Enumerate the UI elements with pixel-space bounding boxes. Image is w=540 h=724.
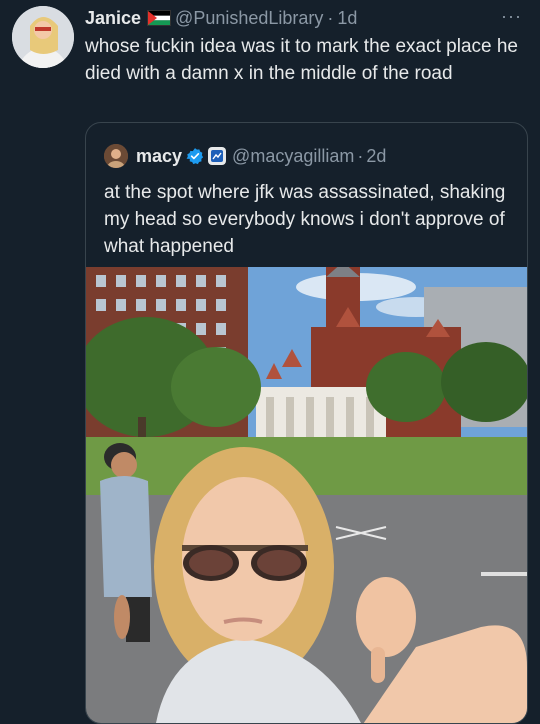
verified-badge-icon: [186, 148, 204, 165]
handle[interactable]: @PunishedLibrary: [175, 8, 323, 29]
quote-text: at the spot where jfk was assassinated, …: [104, 182, 506, 257]
more-icon[interactable]: ···: [501, 6, 522, 27]
affiliate-badge-icon: [208, 147, 227, 165]
quote-separator: ·: [357, 145, 364, 166]
tweet-text: whose fuckin idea was it to mark the exa…: [85, 36, 519, 84]
timestamp[interactable]: 1d: [337, 8, 357, 29]
quote-handle[interactable]: @macyagilliam: [232, 146, 354, 167]
quoted-tweet[interactable]: macy @macyagilliam · 2d at the spot wher…: [85, 122, 528, 724]
quote-timestamp[interactable]: 2d: [366, 146, 386, 167]
display-name[interactable]: Janice: [85, 8, 141, 29]
avatar[interactable]: [12, 6, 74, 68]
quote-display-name[interactable]: macy: [136, 146, 182, 167]
quote-photo[interactable]: [86, 267, 527, 723]
quote-header: macy @macyagilliam · 2d: [104, 143, 386, 169]
quote-avatar[interactable]: [104, 144, 128, 168]
tweet-header: Janice @PunishedLibrary · 1d ···: [85, 6, 528, 30]
separator: ·: [327, 7, 334, 28]
tweet: Janice @PunishedLibrary · 1d ··· whose f…: [0, 0, 540, 724]
palestine-flag-icon: [147, 10, 172, 26]
